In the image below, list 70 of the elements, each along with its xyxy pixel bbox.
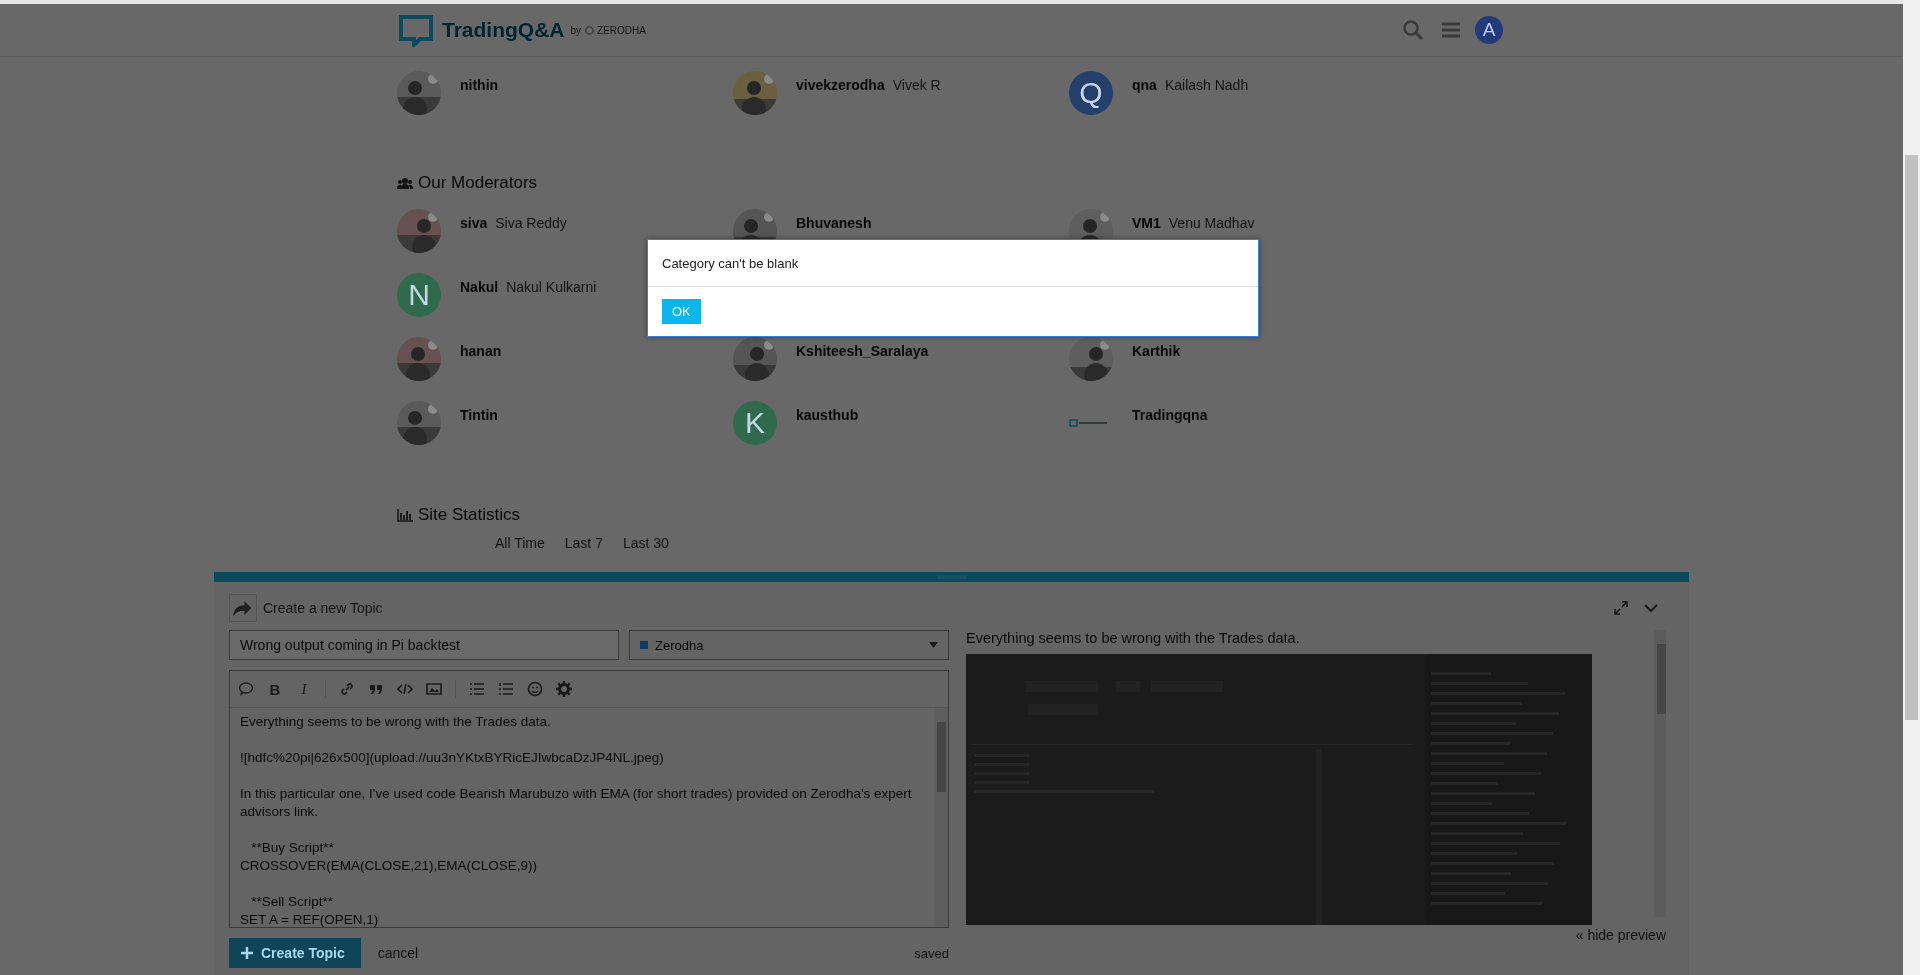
bullet-list-icon[interactable] <box>469 681 485 697</box>
composer-title: Create a new Topic <box>263 600 383 616</box>
speech-bubble-icon[interactable] <box>238 681 254 697</box>
plus-icon <box>241 947 253 959</box>
cancel-link[interactable]: cancel <box>377 945 419 961</box>
preview-text: Everything seems to be wrong with the Trades data. <box>966 630 1301 646</box>
numbered-list-icon[interactable] <box>498 681 514 697</box>
username[interactable]: Karthik <box>1132 343 1181 359</box>
editor-text-line: **Sell Script** <box>250 893 335 911</box>
period-tab[interactable]: All Time <box>495 535 545 551</box>
full-name: Siva Reddy <box>495 215 567 231</box>
editor-text-line: In this particular one, I've used code Bearish Marubuzo with EMA (for short trades) provided on Zerodha's expert advisors link. <box>240 785 913 821</box>
editor-text-line: ![hdfc%20pi|626x500](upload://uu3nYKtxBYRicEJIwbcaDzJP4NL.jpeg) <box>240 749 665 767</box>
editor-text-line: Everything seems to be wrong with the Trades data. <box>240 713 552 731</box>
users-icon <box>397 176 413 190</box>
period-tab[interactable]: Last 7 <box>564 535 603 551</box>
username[interactable]: Bhuvanesh <box>796 215 872 231</box>
username[interactable]: VM1 <box>1132 215 1161 231</box>
expand-icon[interactable] <box>1613 600 1629 616</box>
letter-avatar: K <box>733 401 777 445</box>
full-name: Kailash Nadh <box>1164 77 1249 93</box>
ok-button[interactable]: OK <box>662 299 701 324</box>
scrollbar[interactable] <box>1903 0 1920 975</box>
section-heading: Site Statistics <box>418 505 521 525</box>
editor-text-line: **Buy Script** <box>250 839 335 857</box>
caret-icon <box>929 642 938 648</box>
period-tab[interactable]: Last 30 <box>622 535 669 551</box>
save-status: saved <box>914 945 949 961</box>
brand-icon <box>585 25 595 35</box>
username[interactable]: Kshiteesh_Saralaya <box>796 343 929 359</box>
full-name: Venu Madhav <box>1168 215 1255 231</box>
username[interactable]: Tradingqna <box>1132 407 1208 423</box>
link-icon[interactable] <box>339 681 355 697</box>
username[interactable]: vivekzerodha <box>796 77 885 93</box>
username[interactable]: Tintin <box>460 407 498 423</box>
username[interactable]: qna <box>1132 77 1157 93</box>
user-avatar[interactable]: A <box>1475 16 1503 44</box>
title-field[interactable]: Wrong output coming in Pi backtest <box>229 630 619 660</box>
category-dropdown[interactable]: Zerodha <box>629 630 949 660</box>
username[interactable]: nithin <box>460 77 499 93</box>
username[interactable]: kausthub <box>796 407 859 423</box>
logo-icon <box>1069 419 1107 427</box>
bold-button[interactable]: B <box>267 680 283 698</box>
brand-name: ZERODHA <box>597 24 646 36</box>
letter-avatar: N <box>397 273 441 317</box>
create-topic-button[interactable]: Create Topic <box>229 938 361 968</box>
share-icon <box>229 594 257 622</box>
preview-scrollbar[interactable] <box>1654 630 1666 917</box>
username[interactable]: hanan <box>460 343 502 359</box>
username[interactable]: Nakul <box>460 279 499 295</box>
full-name: Vivek R <box>892 77 941 93</box>
site-logo[interactable]: TradingQ&A <box>442 18 565 42</box>
username[interactable]: siva <box>460 215 488 231</box>
bar-chart-icon <box>397 508 413 522</box>
search-icon[interactable] <box>1401 18 1425 42</box>
section-heading: Our Moderators <box>418 173 538 193</box>
editor-text-line: SET A = REF(OPEN,1) <box>240 911 380 927</box>
letter-avatar: Q <box>1069 71 1113 115</box>
code-icon[interactable] <box>397 681 413 697</box>
image-icon[interactable] <box>426 681 442 697</box>
dialog-message: Category can't be blank <box>648 240 1258 287</box>
settings-icon[interactable] <box>556 681 572 697</box>
tagline: by <box>570 24 582 36</box>
editor-scrollbar[interactable] <box>934 708 948 927</box>
smiley-icon[interactable] <box>527 681 543 697</box>
italic-button[interactable]: I <box>296 680 312 698</box>
editor[interactable] <box>229 670 949 928</box>
hide-preview-link[interactable]: « hide preview <box>1575 927 1666 943</box>
editor-text-line: CROSSOVER(EMA(CLOSE,21),EMA(CLOSE,9)) <box>240 857 539 875</box>
full-name: Nakul Kulkarni <box>506 279 597 295</box>
